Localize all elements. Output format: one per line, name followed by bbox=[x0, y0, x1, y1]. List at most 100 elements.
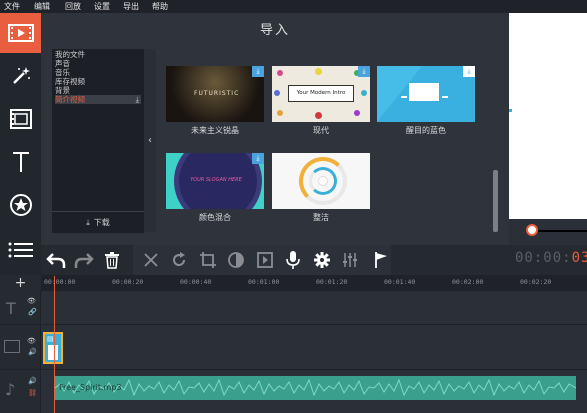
redo-icon bbox=[74, 253, 94, 268]
audio-clip[interactable] bbox=[55, 376, 576, 400]
list-item-selected[interactable]: 简介视频 ⤓ bbox=[55, 95, 141, 104]
rotate-icon bbox=[173, 252, 186, 267]
download-button[interactable]: ⤓ 下载 bbox=[52, 211, 144, 233]
menu-edit[interactable]: 编辑 bbox=[34, 0, 50, 13]
music-note-icon: ♪ bbox=[5, 380, 16, 399]
plus-icon: + bbox=[14, 275, 27, 291]
thumbnail-text: YOUR SLOGAN HERE bbox=[190, 177, 242, 183]
download-icon[interactable]: ⤓ bbox=[358, 66, 370, 77]
list-icon bbox=[8, 242, 33, 258]
ruler-tick: 00:02:00 bbox=[452, 278, 484, 286]
eye-icon[interactable]: 👁 bbox=[27, 337, 36, 345]
delete-button[interactable] bbox=[100, 248, 124, 272]
speaker-icon[interactable]: 🔊 bbox=[28, 377, 37, 385]
menu-playback[interactable]: 回放 bbox=[65, 0, 81, 13]
download-icon[interactable]: ⤓ bbox=[136, 95, 139, 104]
thumbnail-neat[interactable] bbox=[272, 153, 370, 209]
undo-icon bbox=[46, 253, 66, 268]
list-item[interactable]: 音乐 bbox=[55, 68, 141, 77]
clip-properties-button[interactable] bbox=[253, 248, 277, 272]
microphone-icon bbox=[286, 251, 300, 269]
download-icon[interactable]: ⤓ bbox=[463, 66, 475, 77]
thumbnail-futuristic[interactable]: FUTURISTIC ⤓ bbox=[166, 66, 264, 122]
film-import-icon bbox=[7, 24, 34, 42]
thumbnail-label: 未来主义锐晶 bbox=[191, 126, 239, 135]
marker-button[interactable] bbox=[369, 248, 393, 272]
color-adjust-button[interactable] bbox=[224, 248, 248, 272]
more-tool-button[interactable] bbox=[0, 230, 41, 270]
timeline-ruler[interactable]: + 00:00:00 00:00:20 00:00:40 00:01:00 00… bbox=[0, 275, 587, 291]
crop-button[interactable] bbox=[196, 248, 220, 272]
clip-properties-icon bbox=[257, 252, 273, 268]
download-icon[interactable]: ⤓ bbox=[252, 153, 264, 164]
trash-icon bbox=[105, 252, 119, 269]
filter-film-icon bbox=[9, 109, 32, 129]
unlink-icon[interactable]: ⛓ bbox=[28, 389, 37, 397]
equalizer-button[interactable] bbox=[338, 248, 362, 272]
audio-clip-name: Free_Spirit.mp3 bbox=[59, 383, 122, 392]
speaker-icon[interactable]: 🔊 bbox=[28, 348, 37, 356]
download-icon[interactable]: ⤓ bbox=[252, 66, 264, 77]
file-category-list: 我的文件 声音 音乐 库存视频 背景 简介视频 ⤓ bbox=[52, 49, 144, 232]
list-item[interactable]: 我的文件 bbox=[55, 50, 141, 59]
timecode-main: 00:00: bbox=[515, 250, 572, 266]
redo-button[interactable] bbox=[72, 248, 96, 272]
timeline-playhead[interactable] bbox=[54, 276, 55, 413]
menu-settings[interactable]: 设置 bbox=[94, 0, 110, 13]
voice-over-button[interactable] bbox=[281, 248, 305, 272]
thumbnail-blue[interactable]: ⤓ bbox=[377, 66, 475, 122]
magic-wand-icon bbox=[12, 67, 30, 84]
undo-button[interactable] bbox=[44, 248, 68, 272]
collapse-panel-button[interactable]: ‹ bbox=[144, 49, 156, 232]
ruler-tick: 00:01:20 bbox=[316, 278, 348, 286]
list-item[interactable]: 库存视频 bbox=[55, 77, 141, 86]
menu-export[interactable]: 导出 bbox=[123, 0, 139, 13]
preview-scrubber[interactable] bbox=[509, 219, 587, 243]
link-icon[interactable]: 🔗 bbox=[28, 308, 37, 316]
thumbnail-modern[interactable]: Your Modern Intro ⤓ bbox=[272, 66, 370, 122]
ruler-tick: 00:00:00 bbox=[44, 278, 76, 286]
list-item[interactable]: 背景 bbox=[55, 86, 141, 95]
gear-icon bbox=[314, 252, 330, 268]
filters-tool-button[interactable] bbox=[0, 99, 41, 139]
list-item[interactable]: 声音 bbox=[55, 59, 141, 68]
thumbnail-text: FUTURISTIC bbox=[194, 90, 240, 97]
flag-icon bbox=[375, 252, 387, 268]
video-clip[interactable]: ▤ bbox=[43, 332, 63, 364]
thumbnail-label: 整洁 bbox=[313, 213, 329, 222]
panel-scrollbar[interactable] bbox=[493, 170, 498, 232]
contrast-icon bbox=[228, 252, 244, 268]
thumbnail-color-blend[interactable]: YOUR SLOGAN HERE ⤓ bbox=[166, 153, 264, 209]
ruler-tick: 00:01:00 bbox=[248, 278, 280, 286]
thumbnail-text: Your Modern Intro bbox=[288, 85, 354, 102]
scrubber-handle[interactable] bbox=[526, 224, 538, 236]
equalizer-icon bbox=[343, 253, 357, 267]
import-tool-button[interactable] bbox=[0, 13, 41, 53]
edit-toolbar bbox=[41, 245, 587, 275]
title-track[interactable]: T 👁 🔗 bbox=[0, 291, 587, 325]
thumbnail-label: 颜色混合 bbox=[199, 213, 231, 222]
video-preview bbox=[509, 13, 587, 219]
video-track[interactable]: 👁 🔊 ▤ bbox=[0, 325, 587, 370]
ruler-tick: 00:01:40 bbox=[384, 278, 416, 286]
eye-icon[interactable]: 👁 bbox=[27, 297, 36, 305]
menu-help[interactable]: 帮助 bbox=[152, 0, 168, 13]
timecode-frames: 03 bbox=[571, 250, 587, 266]
titles-tool-button[interactable] bbox=[0, 142, 41, 182]
download-label: 下载 bbox=[93, 218, 110, 227]
effects-tool-button[interactable] bbox=[0, 56, 41, 96]
ruler-tick: 00:00:40 bbox=[180, 278, 212, 286]
chevron-left-icon: ‹ bbox=[148, 135, 152, 146]
add-track-button[interactable]: + bbox=[0, 275, 41, 291]
cut-button[interactable] bbox=[139, 248, 163, 272]
menu-file[interactable]: 文件 bbox=[4, 0, 20, 13]
sticker-star-icon bbox=[9, 194, 32, 216]
timecode-display: 00:00:03 bbox=[515, 250, 587, 266]
thumbnail-label: 醒目的蓝色 bbox=[406, 126, 446, 135]
download-icon: ⤓ bbox=[86, 217, 90, 227]
stickers-tool-button[interactable] bbox=[0, 185, 41, 225]
settings-button[interactable] bbox=[310, 248, 334, 272]
crop-icon bbox=[200, 252, 216, 268]
title-track-header: T 👁 🔗 bbox=[0, 291, 41, 324]
rotate-button[interactable] bbox=[167, 248, 191, 272]
